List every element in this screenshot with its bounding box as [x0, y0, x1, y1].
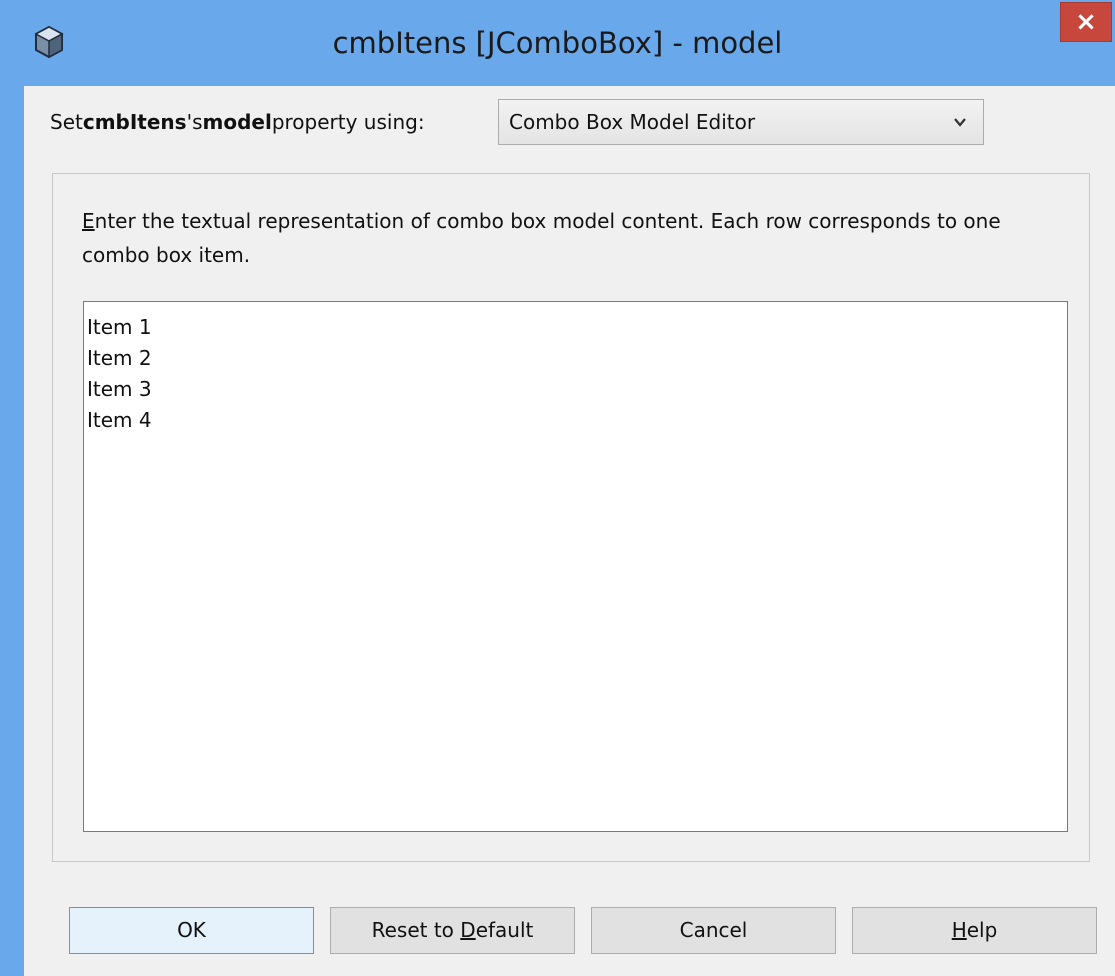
item-line: Item 1 [87, 315, 152, 339]
property-editor-dropdown[interactable]: Combo Box Model Editor [498, 99, 984, 145]
help-label-mnemonic: H [951, 918, 967, 942]
editor-selector-label: Set cmbItens's model property using: [50, 99, 425, 145]
reset-label-post: efault [475, 918, 534, 942]
instructions-mnemonic: E [82, 209, 95, 233]
ok-button[interactable]: OK [69, 907, 314, 954]
component-name: cmbItens [82, 110, 187, 134]
chevron-down-icon [954, 118, 966, 127]
reset-label-pre: Reset to [371, 918, 461, 942]
selector-possessive: 's [186, 110, 203, 134]
close-button[interactable]: × [1060, 2, 1112, 42]
dialog-window: cmbItens [JComboBox] - model × Set cmbIt… [0, 0, 1115, 976]
item-line: Item 4 [87, 408, 152, 432]
cancel-button[interactable]: Cancel [591, 907, 836, 954]
model-items-textarea[interactable]: Item 1 Item 2 Item 3 Item 4 [83, 301, 1068, 832]
title-bar[interactable]: cmbItens [JComboBox] - model × [0, 0, 1115, 86]
dialog-content: Set cmbItens's model property using: Com… [24, 86, 1115, 976]
selector-suffix: property using: [271, 110, 425, 134]
item-line: Item 2 [87, 346, 152, 370]
help-label-post: elp [966, 918, 998, 942]
help-button[interactable]: Help [852, 907, 1097, 954]
window-title: cmbItens [JComboBox] - model [332, 26, 783, 60]
dropdown-selected-value: Combo Box Model Editor [509, 110, 756, 134]
selector-prefix: Set [50, 110, 83, 134]
reset-to-default-button[interactable]: Reset to Default [330, 907, 575, 954]
reset-label-mnemonic: D [460, 918, 476, 942]
property-name: model [202, 110, 272, 134]
instructions-text: nter the textual representation of combo… [82, 209, 1001, 267]
model-editor-panel: Enter the textual representation of comb… [52, 173, 1090, 862]
editor-instructions: Enter the textual representation of comb… [82, 204, 1062, 272]
item-line: Item 3 [87, 377, 152, 401]
